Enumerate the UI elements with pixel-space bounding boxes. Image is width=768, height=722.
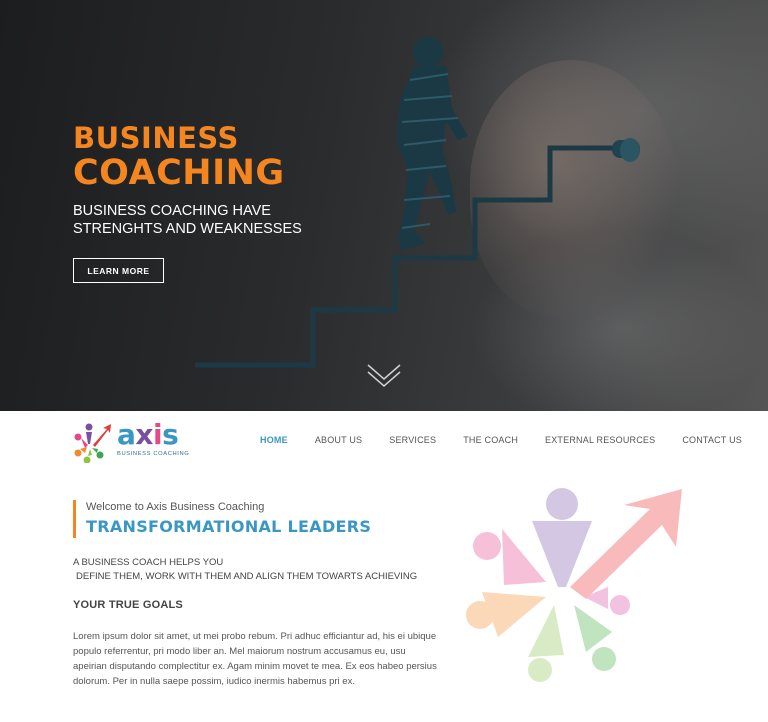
hero-subtitle: BUSINESS COACHING HAVE STRENGHTS AND WEA… [73,203,302,237]
axis-logo[interactable]: axis BUSINESS COACHING [73,419,198,465]
welcome-text: Welcome to Axis Business Coaching [86,501,265,513]
hero-text-block: BUSINESS COACHING BUSINESS COACHING HAVE… [73,123,333,238]
learn-more-button[interactable]: LEARN MORE [73,258,164,283]
nav-menu: HOME ABOUT US SERVICES THE COACH EXTERNA… [260,411,768,469]
intro-text: A BUSINESS COACH HELPS YOU DEFINE THEM, … [73,556,417,584]
hero-title-line2: COACHING [73,153,285,193]
main-navbar: axis BUSINESS COACHING HOME ABOUT US SER… [0,411,768,469]
nav-item-home[interactable]: HOME [260,435,288,445]
intro-line2: DEFINE THEM, WORK WITH THEM AND ALIGN TH… [76,571,418,582]
nav-item-external-resources[interactable]: EXTERNAL RESOURCES [545,435,655,445]
intro-line1: A BUSINESS COACH HELPS YOU [73,557,224,568]
hero-banner: BUSINESS COACHING BUSINESS COACHING HAVE… [0,0,768,411]
body-paragraph: Lorem ipsum dolor sit amet, ut mei probo… [73,631,437,687]
axis-logo-icon [74,423,111,463]
people-arrow-watermark [466,488,682,682]
nav-item-contact-us[interactable]: CONTACT US [682,435,742,445]
section-heading: TRANSFORMATIONAL LEADERS [86,517,372,536]
nav-item-about-us[interactable]: ABOUT US [315,435,362,445]
nav-item-the-coach[interactable]: THE COACH [463,435,518,445]
nav-item-services[interactable]: SERVICES [389,435,436,445]
welcome-heading-block: Welcome to Axis Business Coaching TRANSF… [73,500,371,538]
hero-title-line1: BUSINESS [73,121,239,155]
chevron-down-icon[interactable] [366,362,402,388]
logo-tagline: BUSINESS COACHING [117,451,190,457]
goals-title: YOUR TRUE GOALS [73,599,183,611]
welcome-section: Welcome to Axis Business Coaching TRANSF… [0,469,768,722]
logo-wordmark: axis [117,418,179,451]
